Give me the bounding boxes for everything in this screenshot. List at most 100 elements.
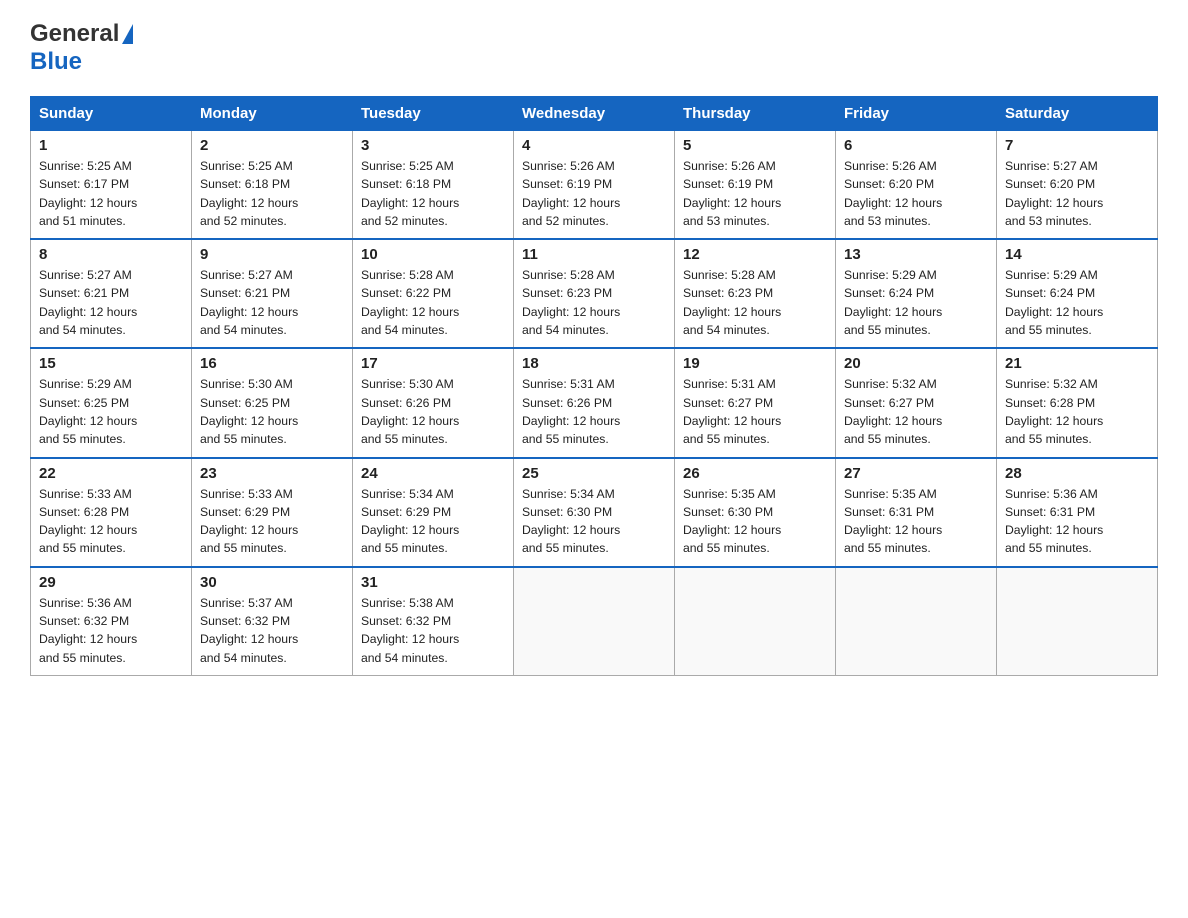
- day-number: 24: [361, 465, 505, 482]
- day-info: Sunrise: 5:38 AMSunset: 6:32 PMDaylight:…: [361, 594, 505, 667]
- calendar-cell: [836, 567, 997, 676]
- day-info: Sunrise: 5:32 AMSunset: 6:27 PMDaylight:…: [844, 375, 988, 448]
- day-info: Sunrise: 5:27 AMSunset: 6:21 PMDaylight:…: [200, 266, 344, 339]
- column-header-thursday: Thursday: [675, 97, 836, 131]
- calendar-cell: 6Sunrise: 5:26 AMSunset: 6:20 PMDaylight…: [836, 131, 997, 240]
- calendar-cell: 26 Sunrise: 5:35 AMSunset: 6:30 PMDayligh…: [675, 458, 836, 567]
- calendar-cell: 2 Sunrise: 5:25 AMSunset: 6:18 PMDaylight…: [192, 131, 353, 240]
- day-info: Sunrise: 5:30 AMSunset: 6:26 PMDaylight:…: [361, 375, 505, 448]
- day-number: 3: [361, 137, 505, 154]
- logo-text-general: General: [30, 20, 119, 48]
- logo-text-blue: Blue: [30, 48, 82, 75]
- day-info: Sunrise: 5:26 AMSunset: 6:19 PMDaylight:…: [683, 157, 827, 230]
- day-number: 7: [1005, 137, 1149, 154]
- day-info: Sunrise: 5:37 AMSunset: 6:32 PMDaylight:…: [200, 594, 344, 667]
- day-info: Sunrise: 5:26 AMSunset: 6:19 PMDaylight:…: [522, 157, 666, 230]
- day-number: 6: [844, 137, 988, 154]
- calendar-cell: 23 Sunrise: 5:33 AMSunset: 6:29 PMDayligh…: [192, 458, 353, 567]
- day-info: Sunrise: 5:32 AMSunset: 6:28 PMDaylight:…: [1005, 375, 1149, 448]
- day-number: 17: [361, 355, 505, 372]
- day-number: 22: [39, 465, 183, 482]
- day-number: 16: [200, 355, 344, 372]
- calendar-cell: 31Sunrise: 5:38 AMSunset: 6:32 PMDayligh…: [353, 567, 514, 676]
- day-number: 25: [522, 465, 666, 482]
- day-number: 12: [683, 246, 827, 263]
- day-info: Sunrise: 5:25 AMSunset: 6:18 PMDaylight:…: [361, 157, 505, 230]
- day-info: Sunrise: 5:28 AMSunset: 6:23 PMDaylight:…: [522, 266, 666, 339]
- day-number: 18: [522, 355, 666, 372]
- day-number: 1: [39, 137, 183, 154]
- calendar-week-row: 1 Sunrise: 5:25 AMSunset: 6:17 PMDaylight…: [31, 131, 1158, 240]
- day-info: Sunrise: 5:25 AMSunset: 6:17 PMDaylight:…: [39, 157, 183, 230]
- day-info: Sunrise: 5:31 AMSunset: 6:26 PMDaylight:…: [522, 375, 666, 448]
- calendar-cell: 8Sunrise: 5:27 AMSunset: 6:21 PMDaylight…: [31, 239, 192, 348]
- column-header-tuesday: Tuesday: [353, 97, 514, 131]
- calendar-week-row: 8 Sunrise: 5:27 AMSunset: 6:21 PMDaylight…: [31, 239, 1158, 348]
- day-info: Sunrise: 5:35 AMSunset: 6:31 PMDaylight:…: [844, 485, 988, 558]
- calendar-cell: 5 Sunrise: 5:26 AMSunset: 6:19 PMDaylight…: [675, 131, 836, 240]
- day-info: Sunrise: 5:36 AMSunset: 6:32 PMDaylight:…: [39, 594, 183, 667]
- calendar-cell: 22 Sunrise: 5:33 AMSunset: 6:28 PMDayligh…: [31, 458, 192, 567]
- day-info: Sunrise: 5:29 AMSunset: 6:24 PMDaylight:…: [1005, 266, 1149, 339]
- day-number: 26: [683, 465, 827, 482]
- day-number: 8: [39, 246, 183, 263]
- day-info: Sunrise: 5:33 AMSunset: 6:29 PMDaylight:…: [200, 485, 344, 558]
- page-header: General Blue: [30, 20, 1158, 76]
- calendar-cell: [514, 567, 675, 676]
- calendar-cell: 21Sunrise: 5:32 AMSunset: 6:28 PMDayligh…: [997, 348, 1158, 457]
- day-number: 2: [200, 137, 344, 154]
- calendar-table: SundayMondayTuesdayWednesdayThursdayFrid…: [30, 96, 1158, 676]
- calendar-cell: 7 Sunrise: 5:27 AMSunset: 6:20 PMDaylight…: [997, 131, 1158, 240]
- calendar-header-row: SundayMondayTuesdayWednesdayThursdayFrid…: [31, 97, 1158, 131]
- calendar-cell: 4 Sunrise: 5:26 AMSunset: 6:19 PMDaylight…: [514, 131, 675, 240]
- calendar-week-row: 29 Sunrise: 5:36 AMSunset: 6:32 PMDayligh…: [31, 567, 1158, 676]
- day-info: Sunrise: 5:27 AMSunset: 6:20 PMDaylight:…: [1005, 157, 1149, 230]
- calendar-cell: 12 Sunrise: 5:28 AMSunset: 6:23 PMDayligh…: [675, 239, 836, 348]
- calendar-cell: 25 Sunrise: 5:34 AMSunset: 6:30 PMDayligh…: [514, 458, 675, 567]
- calendar-cell: 10 Sunrise: 5:28 AMSunset: 6:22 PMDayligh…: [353, 239, 514, 348]
- column-header-sunday: Sunday: [31, 97, 192, 131]
- calendar-cell: 19 Sunrise: 5:31 AMSunset: 6:27 PMDayligh…: [675, 348, 836, 457]
- calendar-cell: 29 Sunrise: 5:36 AMSunset: 6:32 PMDayligh…: [31, 567, 192, 676]
- calendar-cell: 30 Sunrise: 5:37 AMSunset: 6:32 PMDayligh…: [192, 567, 353, 676]
- calendar-cell: 28 Sunrise: 5:36 AMSunset: 6:31 PMDayligh…: [997, 458, 1158, 567]
- day-info: Sunrise: 5:28 AMSunset: 6:22 PMDaylight:…: [361, 266, 505, 339]
- day-info: Sunrise: 5:28 AMSunset: 6:23 PMDaylight:…: [683, 266, 827, 339]
- calendar-cell: 15 Sunrise: 5:29 AMSunset: 6:25 PMDayligh…: [31, 348, 192, 457]
- day-info: Sunrise: 5:35 AMSunset: 6:30 PMDaylight:…: [683, 485, 827, 558]
- day-number: 9: [200, 246, 344, 263]
- calendar-cell: 16 Sunrise: 5:30 AMSunset: 6:25 PMDayligh…: [192, 348, 353, 457]
- day-info: Sunrise: 5:31 AMSunset: 6:27 PMDaylight:…: [683, 375, 827, 448]
- day-number: 14: [1005, 246, 1149, 263]
- calendar-cell: 18 Sunrise: 5:31 AMSunset: 6:26 PMDayligh…: [514, 348, 675, 457]
- day-number: 20: [844, 355, 988, 372]
- day-info: Sunrise: 5:30 AMSunset: 6:25 PMDaylight:…: [200, 375, 344, 448]
- day-number: 4: [522, 137, 666, 154]
- day-number: 23: [200, 465, 344, 482]
- day-number: 11: [522, 246, 666, 263]
- day-number: 27: [844, 465, 988, 482]
- column-header-saturday: Saturday: [997, 97, 1158, 131]
- calendar-cell: [675, 567, 836, 676]
- day-info: Sunrise: 5:36 AMSunset: 6:31 PMDaylight:…: [1005, 485, 1149, 558]
- day-info: Sunrise: 5:34 AMSunset: 6:30 PMDaylight:…: [522, 485, 666, 558]
- day-info: Sunrise: 5:34 AMSunset: 6:29 PMDaylight:…: [361, 485, 505, 558]
- column-header-friday: Friday: [836, 97, 997, 131]
- calendar-cell: 13Sunrise: 5:29 AMSunset: 6:24 PMDayligh…: [836, 239, 997, 348]
- calendar-cell: 9 Sunrise: 5:27 AMSunset: 6:21 PMDaylight…: [192, 239, 353, 348]
- day-number: 29: [39, 574, 183, 591]
- day-info: Sunrise: 5:25 AMSunset: 6:18 PMDaylight:…: [200, 157, 344, 230]
- day-number: 5: [683, 137, 827, 154]
- calendar-cell: 27 Sunrise: 5:35 AMSunset: 6:31 PMDayligh…: [836, 458, 997, 567]
- day-number: 28: [1005, 465, 1149, 482]
- calendar-cell: 14 Sunrise: 5:29 AMSunset: 6:24 PMDayligh…: [997, 239, 1158, 348]
- logo: General Blue: [30, 20, 135, 76]
- day-info: Sunrise: 5:29 AMSunset: 6:25 PMDaylight:…: [39, 375, 183, 448]
- day-number: 15: [39, 355, 183, 372]
- day-number: 10: [361, 246, 505, 263]
- day-number: 19: [683, 355, 827, 372]
- day-number: 30: [200, 574, 344, 591]
- logo-arrow-icon: [122, 24, 133, 44]
- day-info: Sunrise: 5:29 AMSunset: 6:24 PMDaylight:…: [844, 266, 988, 339]
- day-info: Sunrise: 5:33 AMSunset: 6:28 PMDaylight:…: [39, 485, 183, 558]
